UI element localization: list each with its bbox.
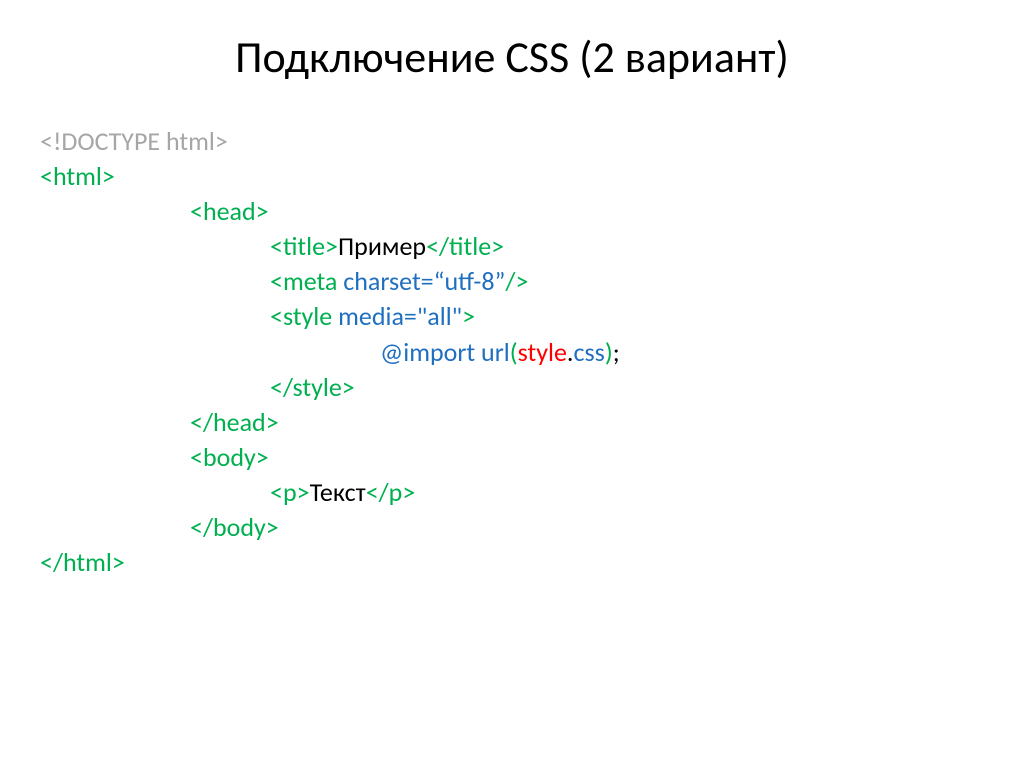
- code-line-style-open: <style media="all">: [40, 299, 984, 334]
- text-p: Текст: [310, 476, 366, 508]
- tag-p-open: <p>: [270, 476, 310, 508]
- tag-title-open: <title>: [270, 230, 338, 262]
- attr-charset: charset=“utf-8”: [343, 265, 505, 297]
- tag-meta-close: />: [505, 265, 528, 297]
- tag-head-close: </head>: [190, 406, 279, 438]
- code-line-import: @import url(style.css);: [40, 335, 984, 370]
- tag-html-open: <html>: [40, 160, 115, 192]
- tag-p-close: </p>: [366, 476, 416, 508]
- attr-media: media="all": [338, 300, 462, 332]
- tag-style-gt: >: [462, 300, 475, 332]
- text-import: @import: [380, 336, 475, 368]
- slide-title: Подключение CSS (2 вариант): [40, 30, 984, 84]
- code-line-body-close: </body>: [40, 510, 984, 545]
- text-doctype: !DOCTYPE html: [53, 125, 215, 157]
- code-line-style-close: </style>: [40, 370, 984, 405]
- code-line-html-open: <html>: [40, 159, 984, 194]
- code-line-head-open: <head>: [40, 194, 984, 229]
- tag-body-close: </body>: [190, 511, 279, 543]
- tag-style-open: <style: [270, 300, 332, 332]
- code-line-p: <p>Текст</p>: [40, 475, 984, 510]
- text-style: style: [518, 336, 567, 368]
- code-line-head-close: </head>: [40, 405, 984, 440]
- slide: Подключение CSS (2 вариант) <!DOCTYPE ht…: [0, 0, 1024, 767]
- code-line-doctype: <!DOCTYPE html>: [40, 124, 984, 159]
- text-lparen: (: [510, 336, 518, 368]
- tag-title-close: </title>: [426, 230, 504, 262]
- tag-html-close: </html>: [40, 546, 125, 578]
- code-line-meta: <meta charset=“utf-8”/>: [40, 264, 984, 299]
- text-rparen: ): [605, 336, 613, 368]
- angle-bracket: <: [40, 125, 53, 157]
- code-line-body-open: <body>: [40, 440, 984, 475]
- tag-head-open: <head>: [190, 195, 269, 227]
- code-line-html-close: </html>: [40, 545, 984, 580]
- code-block: <!DOCTYPE html> <html> <head> <title>При…: [40, 124, 984, 580]
- angle-bracket: >: [215, 125, 228, 157]
- text-url: url: [481, 336, 510, 368]
- tag-meta-open: <meta: [270, 265, 337, 297]
- tag-style-close: </style>: [270, 371, 355, 403]
- text-css: css: [573, 336, 604, 368]
- code-line-title: <title>Пример</title>: [40, 229, 984, 264]
- tag-body-open: <body>: [190, 441, 269, 473]
- text-semi: ;: [613, 336, 620, 368]
- text-title: Пример: [338, 230, 426, 262]
